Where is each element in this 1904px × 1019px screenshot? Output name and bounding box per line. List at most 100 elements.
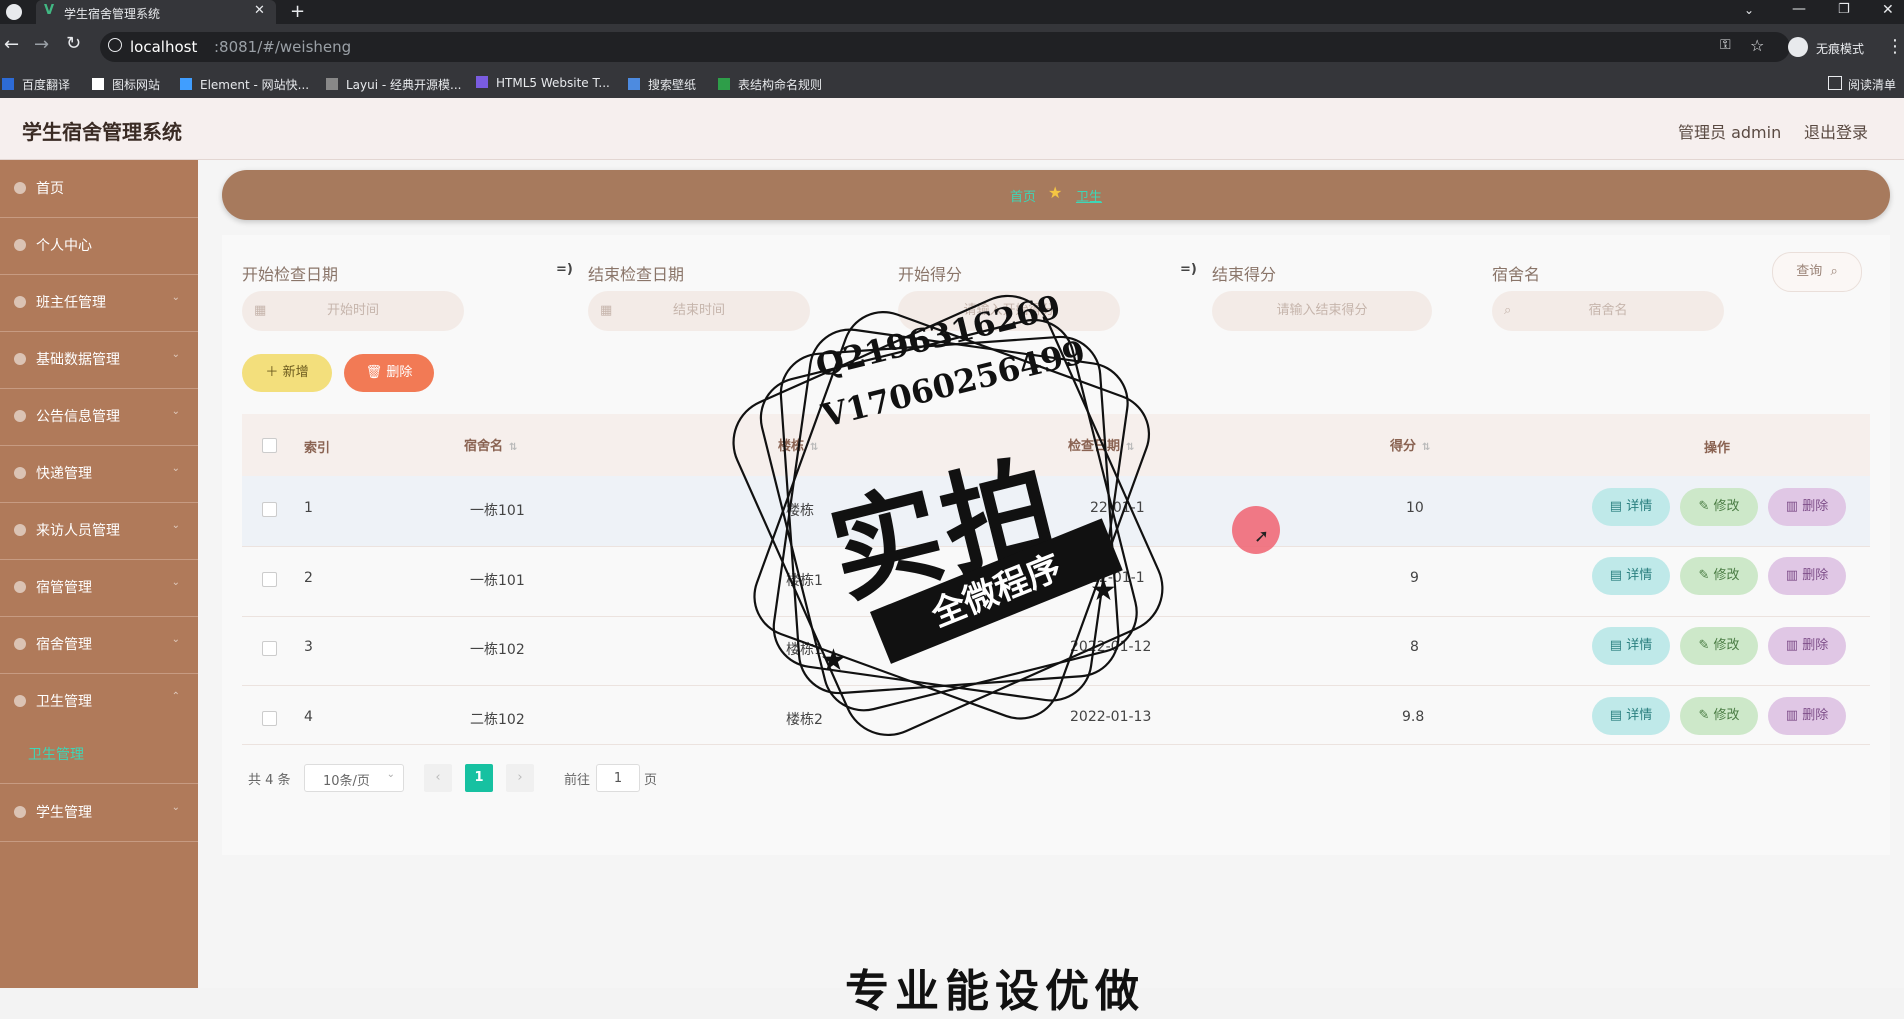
tab-close-icon[interactable]: ✕ [254, 3, 265, 18]
start-date-input[interactable]: ▦ 开始时间 [242, 291, 464, 331]
plus-icon: ＋ [265, 365, 279, 380]
select-all-checkbox[interactable] [262, 438, 277, 453]
browser-more-icon[interactable]: ⋮ [1886, 36, 1904, 57]
edit-button[interactable]: ✎ 修改 [1680, 488, 1758, 526]
teacher-icon [14, 296, 26, 308]
chevron-down-icon: ⌄ [171, 634, 180, 645]
row-checkbox[interactable] [262, 711, 277, 726]
sidebar-item-home[interactable]: 首页 [0, 160, 198, 218]
trash-icon: 🗑 [365, 365, 383, 380]
edit-button[interactable]: ✎ 修改 [1680, 557, 1758, 595]
dorm-icon [14, 638, 26, 650]
bookmarks-bar: 百度翻译 图标网站 Element - 网站快... Layui - 经典开源模… [0, 70, 1904, 98]
chevron-down-icon: ⌄ [386, 769, 395, 780]
reading-list[interactable]: 阅读清单 [1828, 76, 1896, 93]
app-title: 学生宿舍管理系统 [22, 120, 182, 144]
bookmark-wallpaper[interactable]: 搜索壁纸 [628, 76, 696, 93]
edit-button[interactable]: ✎ 修改 [1680, 627, 1758, 665]
doc-icon: ▤ [1609, 568, 1623, 583]
page-1-button[interactable]: 1 [465, 764, 493, 792]
edit-button[interactable]: ✎ 修改 [1680, 697, 1758, 735]
page-size-select[interactable]: 10条/页 ⌄ [304, 764, 404, 792]
sidebar: 首页 个人中心 班主任管理 ⌄ 基础数据管理 ⌄ 公告信息管理 ⌄ 快递管理 ⌄ 来访人… [0, 160, 198, 988]
bookmark-element[interactable]: Element - 网站快... [180, 76, 309, 93]
user-icon [14, 239, 26, 251]
tab-search-icon[interactable]: ⌄ [1744, 3, 1754, 17]
sidebar-item-hygiene[interactable]: 卫生管理 ⌃ [0, 673, 198, 730]
sidebar-item-teachers[interactable]: 班主任管理 ⌄ [0, 274, 198, 332]
breadcrumb-home[interactable]: 首页 [1010, 186, 1036, 205]
current-user: 管理员 admin [1678, 123, 1782, 142]
sidebar-subitem-hygiene[interactable]: 卫生管理 [0, 730, 198, 784]
end-score-input[interactable]: 请输入结束得分 [1212, 291, 1432, 331]
row-checkbox[interactable] [262, 641, 277, 656]
bookmark-layui[interactable]: Layui - 经典开源模... [326, 76, 461, 93]
doc-icon: ▤ [1609, 499, 1623, 514]
incognito-icon [1788, 37, 1808, 57]
sidebar-item-visitors[interactable]: 来访人员管理 ⌄ [0, 502, 198, 560]
bookmark-icon [718, 78, 730, 90]
row-index: 4 [304, 709, 313, 725]
forward-icon[interactable]: → [34, 34, 49, 55]
star-separator-icon: ★ [1048, 183, 1063, 202]
new-tab-button[interactable]: + [290, 1, 305, 22]
breadcrumb-current: 卫生 [1076, 190, 1103, 205]
sidebar-item-profile[interactable]: 个人中心 [0, 217, 198, 275]
visitor-icon [14, 524, 26, 536]
sidebar-item-base-data[interactable]: 基础数据管理 ⌄ [0, 331, 198, 389]
batch-delete-button[interactable]: 🗑 删除 [344, 354, 434, 392]
minimize-icon[interactable]: — [1792, 1, 1806, 17]
dorm-name-label: 宿舍名 [1492, 265, 1541, 284]
bookmark-html5[interactable]: HTML5 Website T... [476, 76, 610, 90]
detail-button[interactable]: ▤ 详情 [1592, 488, 1670, 526]
detail-button[interactable]: ▤ 详情 [1592, 557, 1670, 595]
next-page-button[interactable]: › [506, 764, 534, 792]
search-button[interactable]: 查询 ⌕ [1772, 252, 1862, 292]
row-checkbox[interactable] [262, 572, 277, 587]
trash-icon: ▥ [1785, 708, 1799, 723]
delete-button[interactable]: ▥ 删除 [1768, 697, 1846, 735]
row-checkbox[interactable] [262, 502, 277, 517]
add-button[interactable]: ＋ 新增 [242, 354, 332, 392]
calendar-icon: ▦ [254, 303, 267, 318]
browser-menu-icon[interactable] [6, 4, 22, 20]
browser-tabstrip: V 学生宿舍管理系统 ✕ + ⌄ — ❐ ✕ [0, 0, 1904, 24]
sidebar-item-express[interactable]: 快递管理 ⌄ [0, 445, 198, 503]
dorm-name-input[interactable]: ⌕ 宿舍名 [1492, 291, 1724, 331]
app-header: 学生宿舍管理系统 管理员 admin 退出登录 [0, 98, 1904, 160]
bookmark-baidu-translate[interactable]: 百度翻译 [2, 76, 70, 93]
reload-icon[interactable]: ↻ [66, 33, 81, 54]
close-window-icon[interactable]: ✕ [1882, 2, 1894, 18]
logout-button[interactable]: 退出登录 [1804, 119, 1868, 143]
manager-icon [14, 581, 26, 593]
col-score[interactable]: 得分 ⇅ [1390, 435, 1430, 454]
back-icon[interactable]: ← [4, 34, 19, 55]
sidebar-item-dorm-managers[interactable]: 宿管管理 ⌄ [0, 559, 198, 617]
sidebar-item-dorms[interactable]: 宿舍管理 ⌄ [0, 616, 198, 674]
incognito-indicator[interactable]: 无痕模式 [1784, 36, 1880, 60]
prev-page-button[interactable]: ‹ [424, 764, 452, 792]
row-index: 3 [304, 639, 313, 655]
detail-button[interactable]: ▤ 详情 [1592, 697, 1670, 735]
star-icon[interactable]: ☆ [1750, 36, 1764, 55]
detail-button[interactable]: ▤ 详情 [1592, 627, 1670, 665]
sidebar-item-notices[interactable]: 公告信息管理 ⌄ [0, 388, 198, 446]
goto-page-input[interactable]: 1 [596, 764, 640, 792]
col-dorm[interactable]: 宿舍名 ⇅ [464, 435, 517, 454]
trash-icon: ▥ [1785, 568, 1799, 583]
sidebar-item-students[interactable]: 学生管理 ⌄ [0, 784, 198, 842]
pencil-icon: ✎ [1698, 708, 1710, 723]
bookmark-table-naming[interactable]: 表结构命名规则 [718, 76, 822, 93]
delete-button[interactable]: ▥ 删除 [1768, 488, 1846, 526]
student-icon [14, 806, 26, 818]
watermark-bottom-text: 专业能设优做 [845, 966, 1145, 1017]
bookmark-icon-site[interactable]: 图标网站 [92, 76, 160, 93]
delete-button[interactable]: ▥ 删除 [1768, 557, 1846, 595]
delete-button[interactable]: ▥ 删除 [1768, 627, 1846, 665]
browser-tab[interactable]: V 学生宿舍管理系统 ✕ [36, 0, 276, 24]
key-icon[interactable]: ⚿ [1720, 37, 1731, 53]
restore-icon[interactable]: ❐ [1838, 2, 1850, 17]
row-dorm: 二栋102 [470, 712, 525, 728]
calendar-icon: ▦ [600, 303, 613, 318]
address-bar[interactable]: localhost :8081/#/weisheng ⚿ ☆ [100, 32, 1790, 62]
